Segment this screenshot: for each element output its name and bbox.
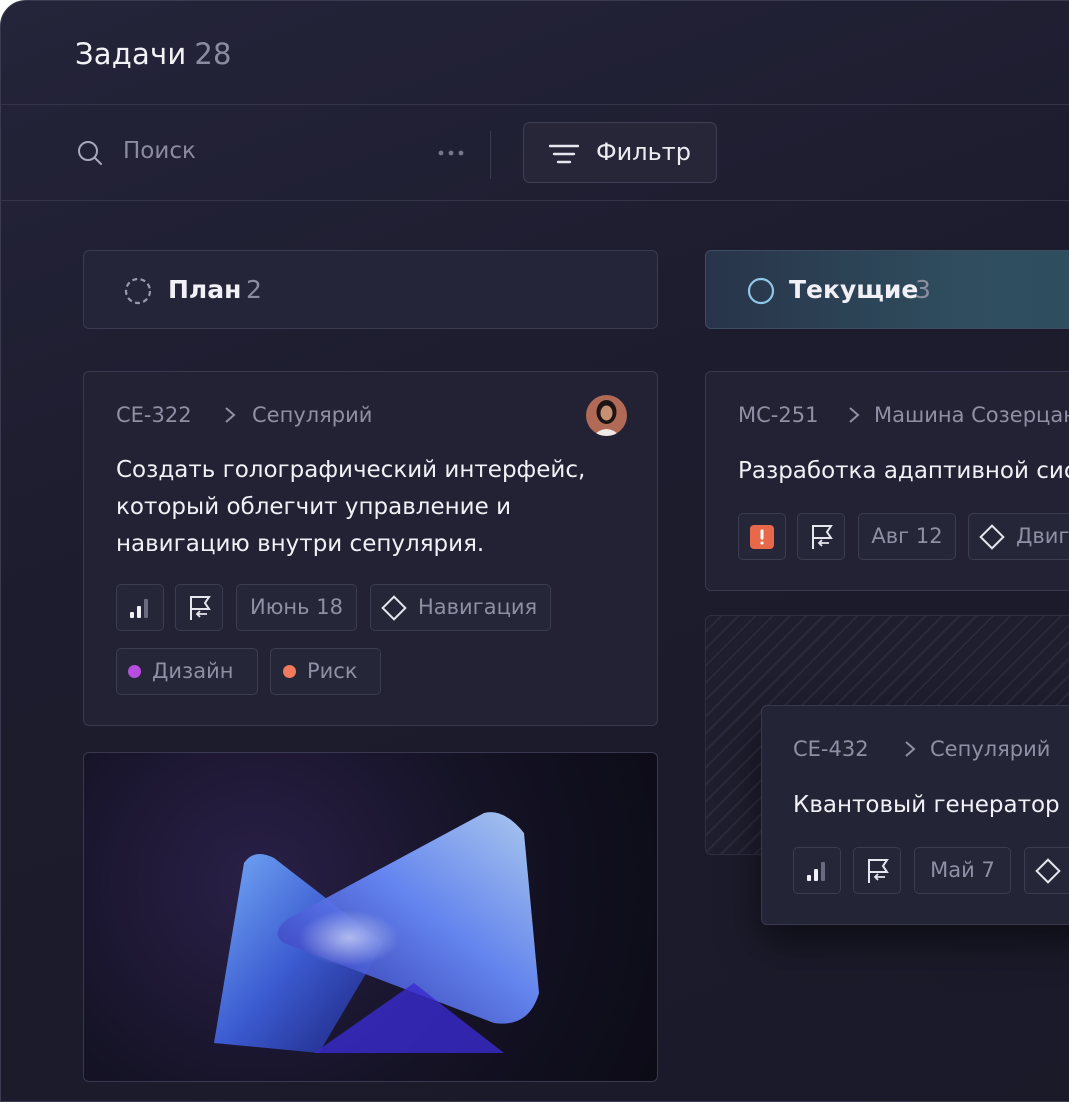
task-card[interactable]: MC-251 Машина Созерцания Разработка адап… (705, 371, 1069, 591)
due-date-tag[interactable]: Май 7 (914, 847, 1011, 894)
toolbar-divider (490, 131, 491, 179)
flag-tag[interactable] (797, 513, 845, 560)
task-title-line: который облегчит управление и (116, 494, 512, 520)
dashed-circle-icon (124, 277, 152, 305)
task-project: Машина Созерцания (874, 403, 1069, 427)
abstract-3d-logo-image (214, 812, 539, 1053)
task-title-line: Создать голографический интерфейс, (116, 457, 586, 483)
urgent-priority-tag[interactable] (738, 513, 786, 560)
column-header-current[interactable]: Текущие 3 (705, 250, 1069, 329)
flag-tag[interactable] (175, 584, 223, 631)
page-title-text: Задачи (75, 37, 187, 71)
flag-swap-icon (868, 859, 889, 883)
signal-bars-icon (130, 599, 148, 618)
filter-button[interactable]: Фильтр (523, 122, 717, 183)
signal-bars-icon (807, 862, 825, 881)
column-name: Текущие (789, 275, 919, 304)
filter-label: Фильтр (596, 138, 691, 166)
chevron-right-icon (225, 407, 236, 423)
diamond-icon (979, 524, 1005, 550)
task-title-line: Разработка адаптивной системы (738, 458, 1069, 484)
chevron-right-icon (849, 407, 860, 423)
label-dot (283, 665, 296, 678)
flag-swap-icon (190, 596, 211, 620)
area-tag[interactable]: Навигация (370, 584, 551, 631)
diamond-icon (381, 595, 407, 621)
cover-image-card[interactable] (83, 752, 658, 1082)
column-count: 3 (915, 275, 931, 304)
more-icon[interactable] (438, 149, 464, 157)
area-label: Навигация (418, 595, 538, 619)
column-name: План (168, 275, 242, 304)
area-tag[interactable] (1024, 847, 1069, 894)
task-project: Сепулярий (252, 403, 373, 427)
column-header-plan[interactable]: План 2 (83, 250, 658, 329)
task-id: CE-322 (116, 403, 192, 427)
task-project: Сепулярий (930, 737, 1051, 761)
priority-tag[interactable] (793, 847, 841, 894)
urgent-icon (750, 525, 774, 549)
priority-tag[interactable] (116, 584, 164, 631)
due-date-tag[interactable]: Авг 12 (858, 513, 956, 560)
avatar[interactable] (586, 395, 627, 436)
label-dot (128, 665, 141, 678)
task-id: CE-432 (793, 737, 869, 761)
task-count: 28 (194, 37, 232, 71)
area-tag[interactable]: Двигатель (968, 513, 1069, 560)
due-date-tag[interactable]: Июнь 18 (236, 584, 357, 631)
task-title-line: навигацию внутри сепулярия. (116, 531, 485, 557)
flag-swap-icon (812, 525, 833, 549)
task-title-line: Квантовый генератор (793, 792, 1060, 818)
label-text: Дизайн (152, 659, 234, 683)
search-icon[interactable] (77, 140, 103, 166)
label-tag-risk[interactable]: Риск (270, 648, 381, 695)
page-title: Задачи 28 (75, 37, 232, 71)
flag-tag[interactable] (853, 847, 901, 894)
label-tag-design[interactable]: Дизайн (116, 648, 258, 695)
filter-icon (549, 144, 579, 164)
app-window: Задачи 28 Поиск Фильтр План 2 Текущие 3 C… (0, 0, 1069, 1102)
area-label: Двигатель (1016, 524, 1069, 548)
task-id: MC-251 (738, 403, 819, 427)
task-card[interactable]: CE-322 Сепулярий Создать голографический… (83, 371, 658, 726)
circle-icon (747, 277, 775, 305)
label-text: Риск (307, 659, 358, 683)
task-card-dragging[interactable]: CE-432 Сепулярий Квантовый генератор Май… (761, 705, 1069, 925)
diamond-icon (1035, 858, 1061, 884)
avatar-image (586, 395, 627, 436)
search-input[interactable]: Поиск (123, 138, 196, 164)
chevron-right-icon (905, 741, 916, 757)
column-count: 2 (246, 275, 262, 304)
